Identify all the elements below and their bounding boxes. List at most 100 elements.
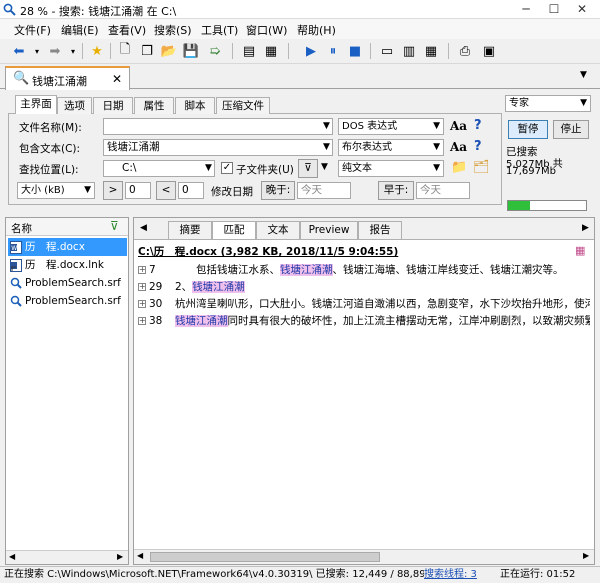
- layout-icon[interactable]: ▭: [378, 42, 396, 60]
- pause-button[interactable]: 暂停: [508, 120, 548, 139]
- horizontal-scrollbar[interactable]: ◀ ▶: [134, 549, 594, 564]
- tab-summary[interactable]: 摘要: [168, 221, 212, 239]
- size-min-operator-button[interactable]: >: [103, 181, 123, 200]
- stop-icon[interactable]: ■: [346, 42, 364, 60]
- tab-archives[interactable]: 压缩文件: [216, 97, 270, 114]
- layout-grid-icon[interactable]: ▦: [422, 42, 440, 60]
- scroll-left-icon[interactable]: ◀: [137, 551, 143, 560]
- result-line[interactable]: +38 钱塘江涌潮同时具有很大的破坏性，加上江流主槽摆动无常，江岸冲刷剧烈，以致潮…: [138, 313, 590, 328]
- menu-edit[interactable]: 编辑(E): [61, 22, 99, 38]
- close-button[interactable]: ✕: [571, 1, 593, 17]
- file-name-mode-select[interactable]: DOS 表达式 ▼: [338, 118, 444, 135]
- tab-scroll-right-icon[interactable]: ▶: [582, 223, 589, 233]
- case-sensitive-icon[interactable]: Aa: [450, 140, 467, 154]
- forward-icon[interactable]: ➡: [46, 42, 64, 60]
- help-icon[interactable]: ?: [474, 139, 482, 154]
- tab-main[interactable]: 主界面: [15, 95, 57, 114]
- color-palette-icon[interactable]: ▦: [575, 244, 585, 257]
- pause-icon[interactable]: ⏸: [324, 42, 342, 60]
- menu-view[interactable]: 查看(V): [108, 22, 146, 38]
- result-file-header[interactable]: C:\历 程.docx (3,982 KB, 2018/11/5 9:04:55…: [138, 244, 568, 259]
- scroll-left-icon[interactable]: ◀: [9, 552, 15, 561]
- expand-icon[interactable]: +: [138, 283, 146, 291]
- tab-list-dropdown-icon[interactable]: ▼: [580, 70, 587, 80]
- size-min-input[interactable]: 0: [125, 182, 151, 199]
- name-column-header[interactable]: 名称: [11, 221, 32, 236]
- horizontal-scrollbar[interactable]: ◀ ▶: [6, 550, 128, 564]
- open-icon[interactable]: 📂: [160, 42, 178, 60]
- filter-button[interactable]: ⊽: [298, 159, 318, 178]
- case-sensitive-icon[interactable]: Aa: [450, 119, 467, 133]
- list-item[interactable]: ProblemSearch.srf: [8, 274, 127, 292]
- file-name-input[interactable]: [103, 118, 333, 135]
- menu-file[interactable]: 文件(F): [14, 22, 51, 38]
- size-unit-select[interactable]: 大小 (kB) ▼: [17, 182, 95, 199]
- result-line[interactable]: +7 包括钱塘江水系、钱塘江涌潮、钱塘江海塘、钱塘江岸线变迁、钱塘江潮灾等。: [138, 262, 590, 277]
- document-icon[interactable]: ▦: [262, 42, 280, 60]
- filter-dropdown-icon[interactable]: ▼: [321, 162, 328, 172]
- maximize-button[interactable]: ☐: [543, 1, 565, 17]
- print-icon[interactable]: ⎙: [456, 42, 474, 60]
- back-icon[interactable]: ⬅: [10, 42, 28, 60]
- menu-window[interactable]: 窗口(W): [246, 22, 287, 38]
- minimize-button[interactable]: ─: [515, 1, 537, 17]
- tab-preview[interactable]: Preview: [300, 221, 358, 239]
- tab-scroll-left-icon[interactable]: ◀: [140, 223, 147, 233]
- save-icon[interactable]: 💾: [182, 42, 200, 60]
- location-input[interactable]: C:\: [103, 160, 215, 177]
- tab-text[interactable]: 文本: [256, 221, 300, 239]
- tab-attributes[interactable]: 属性: [134, 97, 174, 114]
- filter-add-icon[interactable]: ⊽: [110, 219, 119, 233]
- properties-icon[interactable]: ▤: [240, 42, 258, 60]
- list-item[interactable]: ProblemSearch.srf: [8, 292, 127, 310]
- folder-icon[interactable]: 📁: [451, 160, 467, 175]
- tab-date[interactable]: 日期: [93, 97, 133, 114]
- contains-text-input[interactable]: 钱塘江涌潮: [103, 139, 333, 156]
- tab-matches[interactable]: 匹配: [212, 221, 256, 239]
- subfolders-checkbox[interactable]: ✓: [221, 162, 233, 174]
- settings-icon[interactable]: ▣: [480, 42, 498, 60]
- text-type-select[interactable]: 纯文本 ▼: [338, 160, 444, 177]
- scroll-right-icon[interactable]: ▶: [117, 552, 123, 561]
- help-icon[interactable]: ?: [474, 118, 482, 133]
- folders-icon[interactable]: 🗂: [473, 160, 490, 175]
- copy-icon[interactable]: ❐: [138, 42, 156, 60]
- file-name-dropdown-icon[interactable]: ▼: [323, 121, 330, 131]
- earlier-than-input[interactable]: 今天: [416, 182, 470, 199]
- menu-tools[interactable]: 工具(T): [201, 22, 238, 38]
- tab-report[interactable]: 报告: [358, 221, 402, 239]
- search-threads-link[interactable]: 搜索线程: 3: [424, 567, 477, 583]
- size-max-operator-button[interactable]: <: [156, 181, 176, 200]
- location-dropdown-icon[interactable]: ▼: [205, 163, 212, 173]
- scroll-right-icon[interactable]: ▶: [583, 551, 589, 560]
- mode-select[interactable]: 专家 ▼: [505, 95, 591, 112]
- later-than-input[interactable]: 今天: [297, 182, 351, 199]
- close-tab-icon[interactable]: ✕: [112, 72, 122, 86]
- size-max-input[interactable]: 0: [178, 182, 204, 199]
- forward-dropdown-icon[interactable]: ▾: [64, 42, 82, 60]
- expand-icon[interactable]: +: [138, 300, 146, 308]
- export-icon[interactable]: ➯: [206, 42, 224, 60]
- stop-button[interactable]: 停止: [553, 120, 589, 139]
- list-item[interactable]: W 历 程.docx: [8, 238, 127, 256]
- result-line[interactable]: +30 杭州湾呈喇叭形，口大肚小。钱塘江河道自澉浦以西，急剧变窄，水下沙坎抬升地形…: [138, 296, 590, 311]
- contains-mode-select[interactable]: 布尔表达式 ▼: [338, 139, 444, 156]
- menu-search[interactable]: 搜索(S): [154, 22, 192, 38]
- expand-icon[interactable]: +: [138, 317, 146, 325]
- list-item[interactable]: 历 程.docx.lnk: [8, 256, 127, 274]
- later-than-button[interactable]: 晚于:: [261, 181, 295, 200]
- tab-script[interactable]: 脚本: [175, 97, 215, 114]
- result-line[interactable]: +29 2、钱塘江涌潮: [138, 279, 590, 294]
- tab-search-query[interactable]: 🔍 钱塘江涌潮 ✕: [5, 66, 130, 90]
- new-icon[interactable]: 🗋: [116, 42, 134, 60]
- scrollbar-thumb[interactable]: [150, 552, 380, 562]
- tab-options[interactable]: 选项: [57, 97, 92, 114]
- expand-icon[interactable]: +: [138, 266, 146, 274]
- layout-split-icon[interactable]: ▥: [400, 42, 418, 60]
- earlier-than-button[interactable]: 早于:: [378, 181, 414, 200]
- menu-help[interactable]: 帮助(H): [297, 22, 336, 38]
- back-dropdown-icon[interactable]: ▾: [28, 42, 46, 60]
- contains-text-dropdown-icon[interactable]: ▼: [323, 142, 330, 152]
- play-icon[interactable]: ▶: [302, 42, 320, 60]
- favorite-star-icon[interactable]: ★: [88, 42, 106, 60]
